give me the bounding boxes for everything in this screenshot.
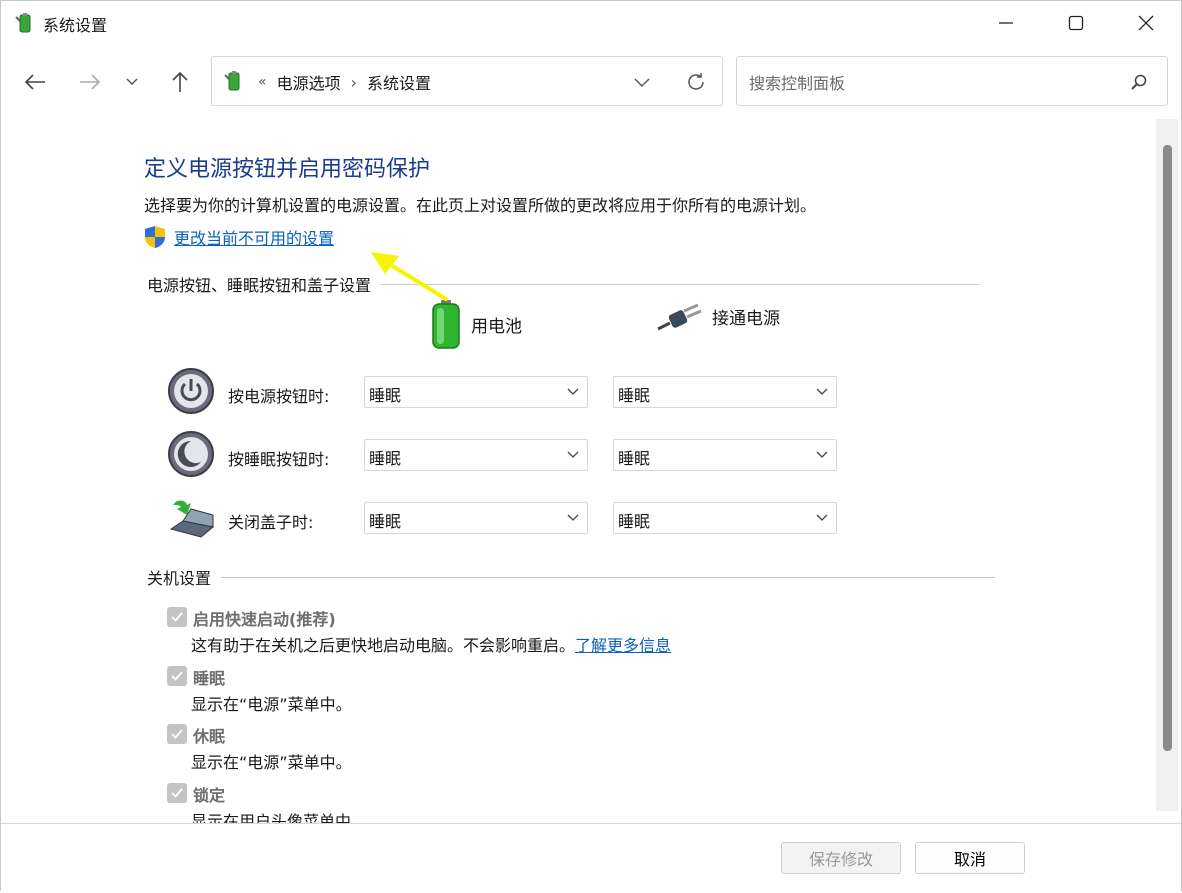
fast-startup-checkbox[interactable] [167,607,187,627]
lock-description: 显示在用户头像菜单中。 [191,812,368,823]
chevron-down-icon [567,514,579,521]
chevron-down-icon [816,388,828,395]
search-input[interactable] [747,69,1111,97]
close-button[interactable] [1111,1,1181,45]
arrow-left-icon [24,74,45,90]
row-sleep-button-label: 按睡眠按钮时: [228,450,330,469]
search-icon[interactable] [1130,73,1148,91]
learn-more-link[interactable]: 了解更多信息 [575,636,671,655]
sleep-label: 睡眠 [193,669,226,688]
chevron-down-icon [567,388,579,395]
checkmark-icon [171,671,183,681]
cancel-button[interactable]: 取消 [915,842,1025,874]
close-lid-battery-select[interactable]: 睡眠 [364,502,588,534]
page-description: 选择要为你的计算机设置的电源设置。在此页上对设置所做的更改将应用于你所有的电源计… [144,196,817,215]
sleep-button-icon [168,431,214,477]
power-options-icon [224,71,240,91]
hibernate-checkbox[interactable] [167,724,187,744]
lock-checkbox[interactable] [167,783,187,803]
close-icon [1138,15,1154,31]
power-plug-icon [657,303,702,331]
breadcrumb-power-options[interactable]: 电源选项 [277,70,341,94]
chevron-down-icon [567,451,579,458]
change-unavailable-settings-link[interactable]: 更改当前不可用的设置 [174,225,334,249]
up-button[interactable] [163,65,197,99]
sleep-button-battery-select[interactable]: 睡眠 [364,439,588,471]
recent-locations-button[interactable] [117,65,147,99]
control-panel-window: 系统设置 « 电源选项 › 系统设置 搜索控制面板 定义电源按钮并启用密码保护 … [0,0,1182,893]
checkmark-icon [171,729,183,739]
laptop-lid-icon [169,500,215,538]
refresh-icon[interactable] [686,72,706,92]
checkmark-icon [171,612,183,622]
sleep-checkbox[interactable] [167,666,187,686]
select-value: 睡眠 [369,512,402,531]
uac-shield-icon [145,226,165,248]
column-battery: 用电池 [431,299,522,349]
address-bar[interactable]: « 电源选项 › 系统设置 [211,56,723,106]
lock-label: 锁定 [193,786,226,805]
breadcrumb-separator: › [350,72,357,92]
column-plugged-in: 接通电源 [656,299,780,333]
divider [381,283,980,285]
save-changes-button[interactable]: 保存修改 [781,842,901,874]
chevron-down-icon [816,514,828,521]
close-lid-plugged-select[interactable]: 睡眠 [613,502,837,534]
column-battery-label: 用电池 [471,316,522,337]
fast-startup-label: 启用快速启动(推荐) [193,610,336,629]
back-button[interactable] [18,65,52,99]
page-title: 定义电源按钮并启用密码保护 [144,157,431,182]
power-button-battery-select[interactable]: 睡眠 [364,376,588,408]
chevron-down-icon [816,451,828,458]
arrow-right-icon [80,74,101,90]
power-options-icon [15,13,31,33]
select-value: 睡眠 [618,386,651,405]
sleep-description: 显示在“电源”菜单中。 [191,695,352,714]
divider [221,576,996,578]
section-shutdown-title: 关机设置 [147,569,212,588]
select-value: 睡眠 [369,386,402,405]
hibernate-label: 休眠 [193,727,226,746]
battery-icon [432,300,460,349]
settings-content: 定义电源按钮并启用密码保护 选择要为你的计算机设置的电源设置。在此页上对设置所做… [1,119,1156,823]
select-value: 睡眠 [369,449,402,468]
section-shutdown: 关机设置 [147,565,996,589]
forward-button[interactable] [73,65,107,99]
change-settings-row: 更改当前不可用的设置 [144,225,334,249]
scrollbar-thumb[interactable] [1163,145,1172,751]
checkmark-icon [171,788,183,798]
column-plugged-in-label: 接通电源 [712,308,780,329]
fast-startup-desc-text: 这有助于在关机之后更快地启动电脑。不会影响重启。 [191,636,576,655]
window-title: 系统设置 [43,16,108,35]
vertical-scrollbar[interactable] [1156,119,1178,811]
chevron-down-icon[interactable] [634,78,650,88]
section-power-buttons-title: 电源按钮、睡眠按钮和盖子设置 [147,276,372,295]
arrow-up-icon [172,71,188,92]
row-power-button-label: 按电源按钮时: [228,387,330,406]
maximize-icon [1068,15,1084,31]
select-value: 睡眠 [618,449,651,468]
minimize-icon [999,22,1013,24]
breadcrumb-overflow[interactable]: « [258,74,267,90]
power-button-plugged-select[interactable]: 睡眠 [613,376,837,408]
maximize-button[interactable] [1041,1,1111,45]
hibernate-description: 显示在“电源”菜单中。 [191,753,352,772]
section-power-buttons: 电源按钮、睡眠按钮和盖子设置 [147,272,980,296]
sleep-button-plugged-select[interactable]: 睡眠 [613,439,837,471]
minimize-button[interactable] [971,1,1041,45]
chevron-down-icon [126,78,138,85]
fast-startup-description: 这有助于在关机之后更快地启动电脑。不会影响重启。了解更多信息 [191,632,671,656]
dialog-footer: 保存修改 取消 [1,823,1181,893]
breadcrumb-system-settings[interactable]: 系统设置 [367,70,431,94]
title-bar: 系统设置 [1,1,1181,45]
row-close-lid-label: 关闭盖子时: [228,513,314,532]
select-value: 睡眠 [618,512,651,531]
search-box[interactable] [736,56,1168,106]
power-button-icon [168,368,214,414]
breadcrumb: « 电源选项 › 系统设置 [258,70,431,94]
